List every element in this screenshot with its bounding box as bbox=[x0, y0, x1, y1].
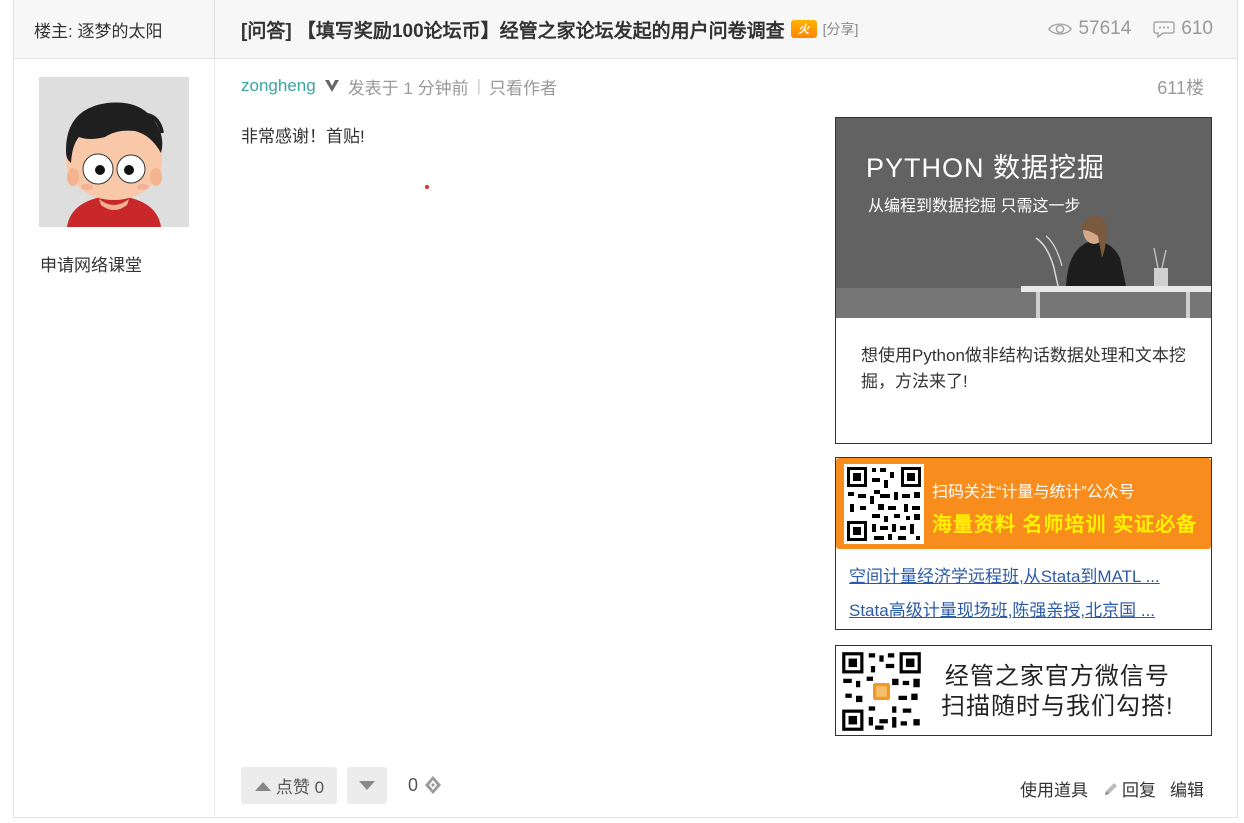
python-course-ad[interactable]: PYTHON 数据挖掘 从编程到数据挖掘 只需这一步 想使用Python做非结构… bbox=[835, 117, 1212, 444]
wechat-promo-banner[interactable]: 扫码关注“计量与统计”公众号 海量资料 名师培训 实证必备 bbox=[836, 458, 1211, 549]
edit-button[interactable]: 编辑 bbox=[1170, 776, 1204, 801]
cartoon-boy-avatar-icon bbox=[39, 77, 189, 227]
author-name[interactable]: zongheng bbox=[241, 76, 316, 96]
wechat-banner-line2: 海量资料 名师培训 实证必备 bbox=[932, 514, 1198, 536]
online-course-link[interactable]: 申请网络课堂 bbox=[40, 251, 142, 276]
thread-stats: 57614 610 bbox=[1048, 14, 1213, 44]
like-button[interactable]: 点赞 0 bbox=[241, 767, 337, 804]
official-wechat-text: 经管之家官方微信号 扫描随时与我们勾搭! bbox=[941, 662, 1174, 722]
like-label: 点赞 0 bbox=[275, 778, 325, 797]
pencil-icon bbox=[1105, 782, 1117, 795]
replies-count: 610 bbox=[1181, 18, 1213, 39]
official-wechat-line1: 经管之家官方微信号 bbox=[944, 663, 1170, 690]
comment-icon bbox=[1153, 21, 1176, 38]
meta-divider: | bbox=[476, 76, 482, 95]
eye-icon bbox=[1048, 23, 1073, 35]
python-ad-image: PYTHON 数据挖掘 从编程到数据挖掘 只需这一步 bbox=[836, 118, 1211, 318]
views-count: 57614 bbox=[1078, 18, 1132, 39]
qr-code-icon bbox=[844, 464, 924, 544]
author-sidebar: 申请网络课堂 bbox=[14, 59, 215, 817]
replies-stat: 610 bbox=[1153, 18, 1213, 40]
dislike-button[interactable] bbox=[347, 767, 387, 804]
stata-course-link[interactable]: Stata高级计量现场班,陈强亲授,北京国 ... bbox=[849, 596, 1155, 621]
python-ad-description[interactable]: 想使用Python做非结构话数据处理和文本挖掘，方法来了! bbox=[861, 343, 1191, 395]
share-tag[interactable]: [分享] bbox=[823, 19, 859, 39]
avatar[interactable] bbox=[39, 77, 189, 227]
score-value: 0 bbox=[408, 774, 419, 795]
reply-button[interactable]: 回复 bbox=[1102, 776, 1156, 801]
official-wechat-line2: 扫描随时与我们勾搭! bbox=[941, 693, 1174, 720]
only-author-link[interactable]: 只看作者 bbox=[489, 74, 557, 99]
official-wechat-ad[interactable]: 经管之家官方微信号 扫描随时与我们勾搭! bbox=[835, 645, 1212, 736]
reply-label: 回复 bbox=[1122, 781, 1156, 800]
official-qr-code-icon bbox=[839, 649, 924, 734]
thread-frame: 楼主: 逐梦的太阳 [问答] 【填写奖励100论坛币】经管之家论坛发起的用户问卷… bbox=[13, 0, 1238, 818]
post-time: 发表于 1 分钟前 bbox=[347, 78, 469, 98]
python-ad-headline: PYTHON 数据挖掘 bbox=[866, 153, 1106, 183]
wechat-promo-ad: 扫码关注“计量与统计”公众号 海量资料 名师培训 实证必备 空间计量经济学远程班… bbox=[835, 457, 1212, 630]
thread-title[interactable]: [问答] 【填写奖励100论坛币】经管之家论坛发起的用户问卷调查 bbox=[241, 16, 785, 43]
post-meta: zongheng 发表于 1 分钟前 | 只看作者 bbox=[241, 74, 557, 98]
reward-score: 0 bbox=[408, 771, 442, 799]
triangle-up-icon bbox=[254, 781, 271, 791]
vip-v-icon bbox=[324, 80, 339, 92]
thread-header: 楼主: 逐梦的太阳 [问答] 【填写奖励100论坛币】经管之家论坛发起的用户问卷… bbox=[14, 0, 1237, 59]
python-ad-subline: 从编程到数据挖掘 只需这一步 bbox=[868, 198, 1081, 215]
spatial-econometrics-link[interactable]: 空间计量经济学远程班,从Stata到MATL ... bbox=[849, 562, 1160, 587]
triangle-down-icon bbox=[359, 780, 375, 790]
use-tool-button[interactable]: 使用道具 bbox=[1020, 776, 1088, 801]
thread-owner[interactable]: 楼主: 逐梦的太阳 bbox=[14, 0, 215, 59]
cursor-dot bbox=[425, 185, 429, 189]
wechat-banner-line1: 扫码关注“计量与统计”公众号 bbox=[932, 484, 1135, 501]
post-actions: 使用道具 回复 编辑 bbox=[1020, 776, 1204, 801]
coin-diamond-icon[interactable] bbox=[424, 775, 442, 795]
thread-title-row: [问答] 【填写奖励100论坛币】经管之家论坛发起的用户问卷调查 火 [分享] bbox=[241, 14, 858, 44]
floor-number[interactable]: 611楼 bbox=[1157, 74, 1204, 100]
views-stat: 57614 bbox=[1048, 18, 1131, 40]
post-body: 非常感谢！首贴! bbox=[241, 127, 365, 146]
hot-badge-icon: 火 bbox=[790, 20, 817, 38]
